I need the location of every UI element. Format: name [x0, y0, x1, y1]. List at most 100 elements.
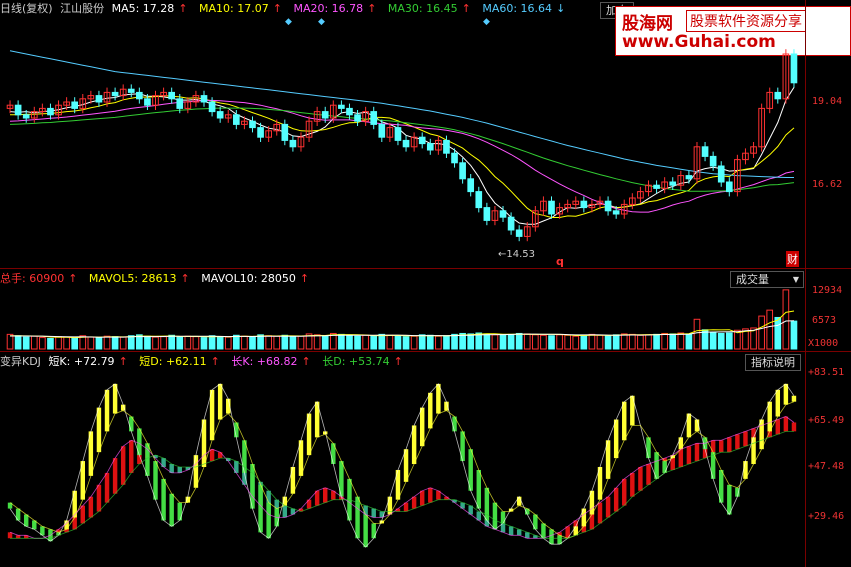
- volume-bar: [14, 335, 22, 350]
- candle-body: [467, 178, 475, 193]
- candle-body: [354, 114, 361, 122]
- volume-bar: [249, 336, 256, 350]
- mavol-line-mavol10: [10, 320, 795, 338]
- volume-bar: [103, 335, 111, 350]
- volume-bar: [338, 333, 345, 350]
- kdj-panel: [7, 383, 797, 548]
- volume-bar: [410, 335, 418, 350]
- volume-bar: [637, 334, 644, 350]
- volume-bar: [289, 336, 297, 350]
- candle-body: [71, 101, 79, 109]
- volume-bar: [564, 334, 572, 350]
- volume-bar: [30, 335, 38, 350]
- candle-body: [402, 139, 410, 148]
- volume-bar: [645, 334, 652, 350]
- ma-line-ma60: [9, 50, 794, 178]
- candle-body: [200, 95, 208, 103]
- volume-bar: [265, 335, 272, 350]
- candle-body: [459, 162, 466, 180]
- volume-bar: [774, 316, 782, 350]
- volume-bar: [572, 335, 580, 350]
- volume-bar: [22, 336, 30, 350]
- volume-bar: [532, 334, 539, 350]
- volume-bar: [297, 335, 305, 350]
- volume-bar: [111, 336, 119, 350]
- candle-body: [95, 95, 103, 103]
- candle-body: [443, 139, 450, 154]
- volume-bar: [693, 318, 701, 350]
- candle-body: [515, 229, 523, 237]
- candle-body: [669, 181, 677, 186]
- volume-bar: [709, 332, 717, 350]
- volume-bar: [548, 335, 555, 350]
- volume-bar: [152, 336, 159, 350]
- candle-body: [176, 98, 184, 109]
- price-panel: [6, 49, 798, 242]
- candle-body: [483, 207, 491, 221]
- candle-body: [604, 200, 612, 212]
- volume-bar: [580, 334, 588, 350]
- candle-body: [136, 91, 143, 100]
- volume-bar: [362, 334, 369, 350]
- candle-body: [580, 200, 588, 209]
- candle-body: [475, 191, 483, 209]
- candle-body: [451, 152, 458, 164]
- candle-body: [370, 111, 378, 125]
- volume-bar: [71, 337, 79, 350]
- candle-body: [249, 120, 256, 129]
- candle-body: [321, 111, 329, 119]
- volume-bar: [540, 334, 547, 350]
- chart-canvas: [6, 49, 798, 548]
- volume-bar: [483, 333, 491, 350]
- candle-body: [338, 104, 345, 109]
- candle-body: [612, 210, 620, 215]
- volume-bar: [451, 333, 458, 350]
- candle-body: [725, 181, 733, 193]
- candle-body: [232, 114, 240, 125]
- volume-bar: [224, 336, 232, 350]
- volume-bar: [168, 334, 176, 350]
- candle-body: [281, 123, 289, 141]
- volume-bar: [782, 289, 790, 350]
- candle-body: [216, 111, 224, 119]
- volume-bar: [321, 335, 329, 350]
- candle-body: [507, 216, 515, 231]
- volume-bar: [588, 333, 596, 350]
- candle-body: [653, 184, 660, 189]
- candle-body: [127, 88, 135, 93]
- volume-bar: [378, 333, 386, 350]
- volume-bar: [6, 333, 14, 350]
- volume-bar: [95, 337, 103, 350]
- candle-body: [701, 146, 709, 157]
- volume-bar: [491, 334, 499, 350]
- volume-bar: [55, 336, 62, 350]
- volume-bar: [176, 336, 184, 350]
- volume-bar: [435, 335, 442, 350]
- volume-bar: [402, 336, 410, 350]
- candle-body: [717, 165, 725, 183]
- volume-bar: [208, 335, 216, 350]
- volume-bar: [515, 332, 523, 350]
- volume-bar: [426, 334, 434, 350]
- volume-bar: [313, 334, 321, 350]
- ma-line-ma20: [9, 99, 795, 213]
- volume-bar: [507, 333, 515, 350]
- candle-body: [144, 98, 151, 106]
- volume-bar: [612, 334, 620, 350]
- volume-bar: [418, 334, 426, 350]
- volume-bar: [717, 332, 725, 350]
- candle-body: [709, 155, 717, 167]
- volume-bar: [790, 320, 798, 350]
- candle-body: [257, 127, 264, 138]
- volume-bar: [628, 333, 636, 350]
- ma-line-ma30: [9, 107, 795, 192]
- volume-bar: [346, 335, 353, 350]
- candle-body: [774, 91, 782, 100]
- candle-body: [47, 107, 54, 116]
- volume-bar: [596, 334, 604, 350]
- candle-body: [499, 210, 507, 218]
- volume-bar: [192, 336, 200, 350]
- volume-bar: [620, 333, 628, 350]
- mavol-line-mavol5: [9, 310, 795, 339]
- kdj-line: [9, 383, 795, 548]
